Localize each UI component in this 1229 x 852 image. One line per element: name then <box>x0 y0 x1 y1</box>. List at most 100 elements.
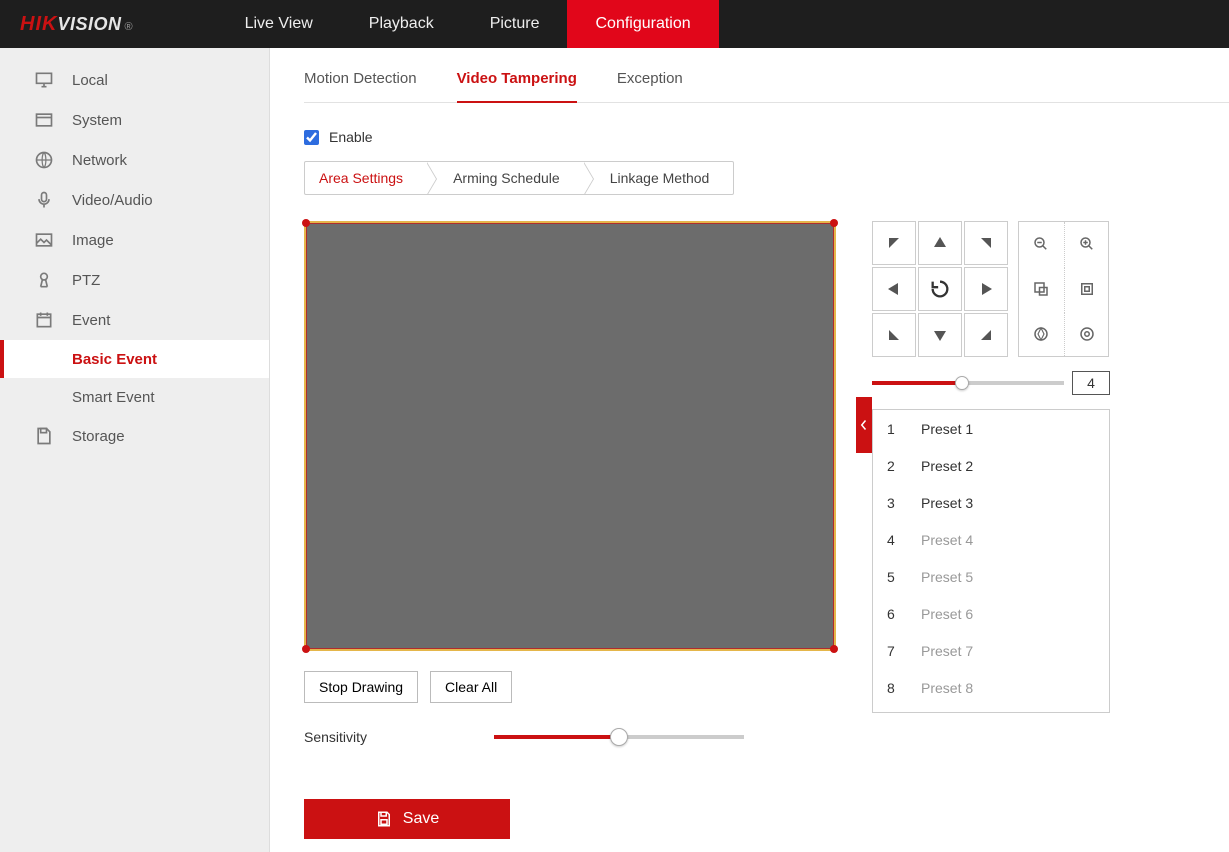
ptz-up-right[interactable] <box>964 221 1008 265</box>
preset-name: Preset 5 <box>921 569 973 585</box>
step-linkage-method[interactable]: Linkage Method <box>584 162 734 194</box>
focus-far[interactable] <box>1064 267 1108 311</box>
stop-drawing-button[interactable]: Stop Drawing <box>304 671 418 703</box>
preset-number: 4 <box>887 532 921 548</box>
ptz-up[interactable] <box>918 221 962 265</box>
logo: HIK VISION ® <box>0 13 157 36</box>
preset-item-2[interactable]: 2Preset 2 <box>873 447 1109 484</box>
sidebar-item-network[interactable]: Network <box>0 140 269 180</box>
preset-item-8[interactable]: 8Preset 8 <box>873 669 1109 706</box>
topnav-picture[interactable]: Picture <box>462 0 568 48</box>
iris-open[interactable] <box>1064 312 1108 356</box>
preset-item-4[interactable]: 4Preset 4 <box>873 521 1109 558</box>
image-icon <box>34 230 54 250</box>
preset-name: Preset 7 <box>921 643 973 659</box>
panel-collapse-handle[interactable] <box>856 397 872 453</box>
calendar-icon <box>34 310 54 330</box>
subtab-video-tampering[interactable]: Video Tampering <box>457 70 577 103</box>
arrow-left-icon <box>886 281 902 297</box>
preset-number: 8 <box>887 680 921 696</box>
preset-item-7[interactable]: 7Preset 7 <box>873 632 1109 669</box>
system-icon <box>34 110 54 130</box>
sensitivity-slider[interactable] <box>494 729 744 745</box>
ptz-speed-slider[interactable] <box>872 376 1064 390</box>
subtabs: Motion Detection Video Tampering Excepti… <box>304 70 1229 103</box>
sidebar-item-storage[interactable]: Storage <box>0 416 269 456</box>
preset-name: Preset 4 <box>921 532 973 548</box>
topnav-live-view[interactable]: Live View <box>217 0 341 48</box>
preset-item-1[interactable]: 1Preset 1 <box>873 410 1109 447</box>
preset-item-3[interactable]: 3Preset 3 <box>873 484 1109 521</box>
ptz-down[interactable] <box>918 313 962 357</box>
subtab-motion-detection[interactable]: Motion Detection <box>304 70 417 102</box>
logo-reg: ® <box>124 21 132 33</box>
preset-item-5[interactable]: 5Preset 5 <box>873 558 1109 595</box>
save-button[interactable]: Save <box>304 799 510 839</box>
sidebar-item-local[interactable]: Local <box>0 60 269 100</box>
mic-icon <box>34 190 54 210</box>
preset-number: 3 <box>887 495 921 511</box>
preset-name: Preset 6 <box>921 606 973 622</box>
zoom-out[interactable] <box>1019 222 1063 266</box>
content: Motion Detection Video Tampering Excepti… <box>270 48 1229 852</box>
topnav-configuration[interactable]: Configuration <box>567 0 718 48</box>
preset-name: Preset 1 <box>921 421 973 437</box>
preset-name: Preset 3 <box>921 495 973 511</box>
clear-all-button[interactable]: Clear All <box>430 671 512 703</box>
logo-hik: HIK <box>20 13 57 36</box>
sidebar-sub-basic-event[interactable]: Basic Event <box>0 340 269 378</box>
region-handle-bl[interactable] <box>302 645 310 653</box>
preset-item-6[interactable]: 6Preset 6 <box>873 595 1109 632</box>
focus-near[interactable] <box>1019 267 1063 311</box>
topnav-playback[interactable]: Playback <box>341 0 462 48</box>
sidebar-sub-smart-event[interactable]: Smart Event <box>0 378 269 416</box>
iris-close[interactable] <box>1019 312 1063 356</box>
topbar: HIK VISION ® Live View Playback Picture … <box>0 0 1229 48</box>
focus-near-icon <box>1032 280 1050 298</box>
arrow-down-icon <box>932 327 948 343</box>
ptz-icon <box>34 270 54 290</box>
ptz-down-right[interactable] <box>964 313 1008 357</box>
ptz-left[interactable] <box>872 267 916 311</box>
arrow-down-left-icon <box>886 327 902 343</box>
subtab-exception[interactable]: Exception <box>617 70 683 102</box>
region-handle-tr[interactable] <box>830 219 838 227</box>
sidebar-label-event: Event <box>72 312 110 329</box>
preset-name: Preset 8 <box>921 680 973 696</box>
step-area-settings[interactable]: Area Settings <box>305 162 427 194</box>
region-handle-tl[interactable] <box>302 219 310 227</box>
ptz-right[interactable] <box>964 267 1008 311</box>
step-arming-schedule[interactable]: Arming Schedule <box>427 162 584 194</box>
ptz-down-left[interactable] <box>872 313 916 357</box>
arrow-up-icon <box>932 235 948 251</box>
preset-list[interactable]: 1Preset 12Preset 23Preset 34Preset 45Pre… <box>872 409 1110 713</box>
ptz-direction-grid <box>872 221 1008 357</box>
logo-vision: VISION <box>57 14 121 35</box>
ptz-auto-scan[interactable] <box>918 267 962 311</box>
sensitivity-label: Sensitivity <box>304 729 494 745</box>
enable-label: Enable <box>329 129 373 145</box>
preset-number: 5 <box>887 569 921 585</box>
sidebar-item-image[interactable]: Image <box>0 220 269 260</box>
storage-icon <box>34 426 54 446</box>
sidebar-item-video-audio[interactable]: Video/Audio <box>0 180 269 220</box>
ptz-speed-value: 4 <box>1072 371 1110 395</box>
zoom-in[interactable] <box>1064 222 1108 266</box>
focus-far-icon <box>1078 280 1096 298</box>
save-button-label: Save <box>403 810 439 828</box>
preset-number: 1 <box>887 421 921 437</box>
step-tabs: Area Settings Arming Schedule Linkage Me… <box>304 161 734 195</box>
iris-open-icon <box>1078 325 1096 343</box>
region-handle-br[interactable] <box>830 645 838 653</box>
video-preview[interactable] <box>304 221 836 651</box>
sidebar-item-event[interactable]: Event <box>0 300 269 340</box>
sidebar-label-network: Network <box>72 152 127 169</box>
globe-icon <box>34 150 54 170</box>
arrow-up-right-icon <box>978 235 994 251</box>
sidebar-item-ptz[interactable]: PTZ <box>0 260 269 300</box>
zoom-out-icon <box>1032 235 1050 253</box>
zoom-in-icon <box>1078 235 1096 253</box>
ptz-up-left[interactable] <box>872 221 916 265</box>
enable-checkbox[interactable] <box>304 130 319 145</box>
sidebar-item-system[interactable]: System <box>0 100 269 140</box>
